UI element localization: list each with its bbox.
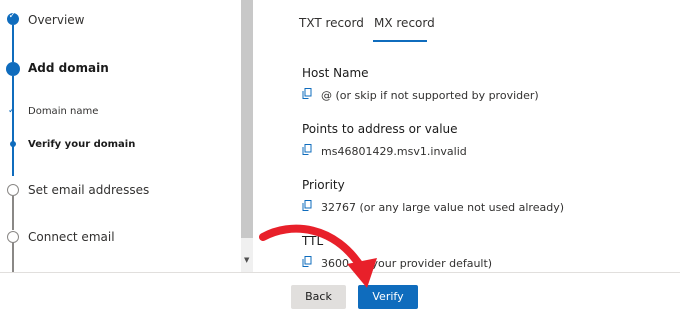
step-current-icon — [6, 62, 20, 76]
step-set-email-addresses[interactable]: Set email addresses — [28, 183, 149, 197]
step-add-domain[interactable]: Add domain — [28, 61, 109, 75]
copy-icon[interactable] — [302, 144, 312, 155]
step-connect-email[interactable]: Connect email — [28, 230, 115, 244]
substep-current-icon — [10, 141, 16, 147]
progress-rail — [12, 76, 14, 176]
tab-selected-indicator — [373, 40, 427, 42]
red-arrow-annotation-icon — [259, 224, 377, 288]
step-overview[interactable]: Overview — [28, 13, 85, 27]
tab-mx-record[interactable]: MX record — [374, 16, 435, 30]
checkmark-icon: ✓ — [8, 106, 16, 116]
tab-txt-record[interactable]: TXT record — [299, 16, 364, 30]
points-to-value: ms46801429.msv1.invalid — [321, 145, 467, 158]
substep-domain-name[interactable]: Domain name — [28, 106, 98, 117]
step-pending-icon — [7, 231, 19, 243]
copy-icon[interactable] — [302, 88, 312, 99]
priority-value: 32767 (or any large value not used alrea… — [321, 201, 564, 214]
step-pending-icon — [7, 184, 19, 196]
host-name-label: Host Name — [302, 66, 369, 80]
step-complete-icon: ✓ — [7, 11, 19, 25]
setup-wizard-sidebar: ✓ Overview Add domain ✓ Domain name Veri… — [0, 0, 240, 272]
host-name-value: @ (or skip if not supported by provider) — [321, 89, 539, 102]
scroll-down-arrow-icon[interactable]: ▼ — [244, 256, 249, 264]
priority-label: Priority — [302, 178, 345, 192]
progress-rail — [12, 242, 14, 272]
substep-verify-domain[interactable]: Verify your domain — [28, 139, 135, 150]
progress-rail — [12, 25, 14, 62]
copy-icon[interactable] — [302, 200, 312, 211]
progress-rail — [12, 196, 14, 230]
points-to-label: Points to address or value — [302, 122, 458, 136]
scrollbar-thumb[interactable] — [241, 0, 253, 238]
